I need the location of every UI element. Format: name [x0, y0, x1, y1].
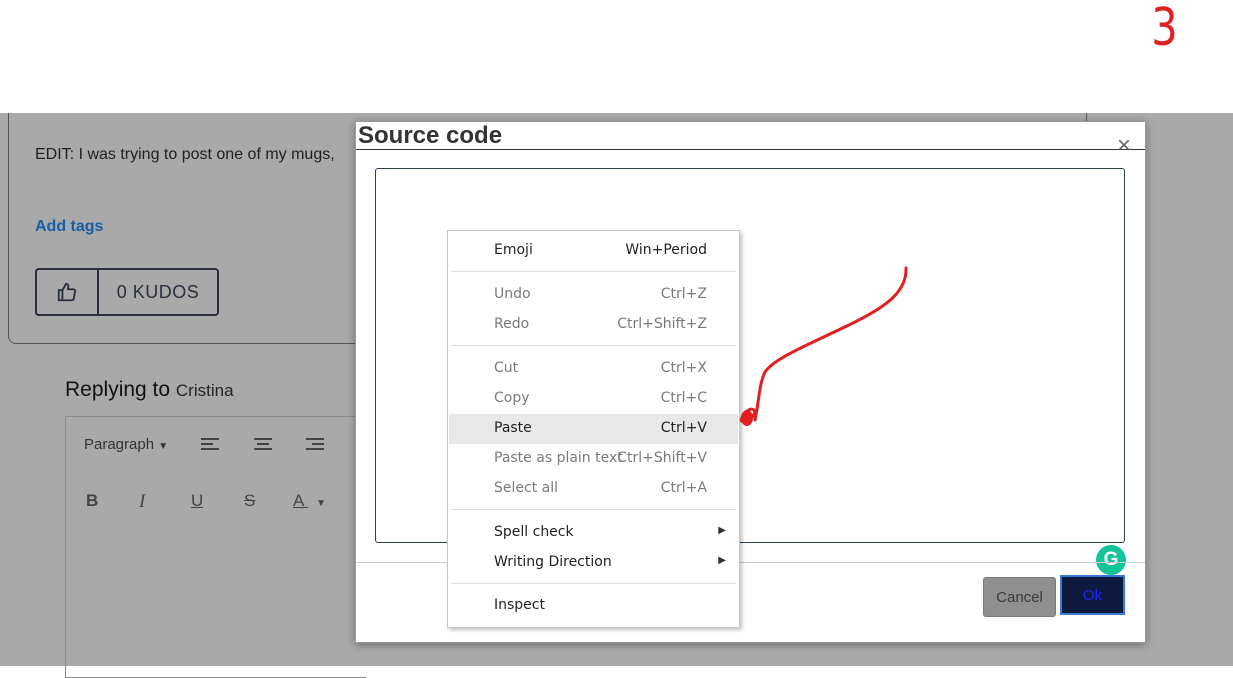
- close-icon[interactable]: ×: [1117, 134, 1131, 158]
- menu-separator: [451, 271, 736, 272]
- strikethrough-button[interactable]: S: [244, 491, 255, 511]
- replying-to: Replying to Cristina: [65, 378, 234, 402]
- underline-button[interactable]: U: [191, 491, 203, 511]
- menu-item-inspect[interactable]: Inspect: [449, 591, 738, 621]
- annotation-number: 3: [1151, 0, 1178, 58]
- menu-item-copy[interactable]: Copy Ctrl+C: [449, 384, 738, 414]
- context-menu: Emoji Win+Period Undo Ctrl+Z Redo Ctrl+S…: [447, 230, 740, 628]
- post-body-text: EDIT: I was trying to post one of my mug…: [35, 146, 335, 163]
- red-arrow-annotation: [739, 266, 908, 426]
- replying-prefix: Replying to: [65, 378, 171, 401]
- menu-item-paste[interactable]: Paste Ctrl+V: [449, 414, 738, 444]
- align-center-icon[interactable]: [253, 437, 273, 458]
- chevron-down-icon: ▼: [316, 498, 327, 509]
- replying-name: Cristina: [175, 381, 234, 400]
- paragraph-label: Paragraph: [84, 436, 155, 453]
- menu-item-undo[interactable]: Undo Ctrl+Z: [449, 280, 738, 310]
- dialog-title: Source code: [358, 122, 503, 149]
- add-tags-link[interactable]: Add tags: [35, 218, 103, 236]
- grammarly-icon[interactable]: G: [1096, 545, 1126, 575]
- title-divider: [356, 149, 1145, 150]
- italic-button[interactable]: I: [139, 491, 145, 513]
- font-color-label: A: [293, 491, 304, 510]
- font-color-button[interactable]: A ▼: [293, 491, 326, 511]
- menu-item-spell-check[interactable]: Spell check ▶: [449, 518, 738, 548]
- menu-item-cut[interactable]: Cut Ctrl+X: [449, 354, 738, 384]
- align-right-icon[interactable]: [305, 437, 325, 458]
- ok-button[interactable]: Ok: [1060, 575, 1125, 615]
- menu-item-select-all[interactable]: Select all Ctrl+A: [449, 474, 738, 504]
- paragraph-format-dropdown[interactable]: Paragraph ▼: [84, 436, 168, 453]
- menu-separator: [451, 345, 736, 346]
- menu-separator: [451, 583, 736, 584]
- top-strip: [0, 0, 1233, 113]
- kudos-button[interactable]: 0 KUDOS: [35, 268, 219, 316]
- menu-item-emoji[interactable]: Emoji Win+Period: [449, 236, 738, 266]
- bold-button[interactable]: B: [86, 491, 98, 511]
- submenu-arrow-icon: ▶: [718, 525, 726, 536]
- menu-item-redo[interactable]: Redo Ctrl+Shift+Z: [449, 310, 738, 340]
- thumbs-up-icon[interactable]: [37, 270, 99, 314]
- menu-item-paste-plain[interactable]: Paste as plain text Ctrl+Shift+V: [449, 444, 738, 474]
- kudos-count: 0 KUDOS: [116, 281, 200, 302]
- align-left-icon[interactable]: [200, 437, 220, 458]
- menu-separator: [451, 509, 736, 510]
- chevron-down-icon: ▼: [158, 441, 169, 452]
- cancel-button[interactable]: Cancel: [983, 577, 1056, 617]
- menu-item-writing-direction[interactable]: Writing Direction ▶: [449, 548, 738, 578]
- submenu-arrow-icon: ▶: [718, 555, 726, 566]
